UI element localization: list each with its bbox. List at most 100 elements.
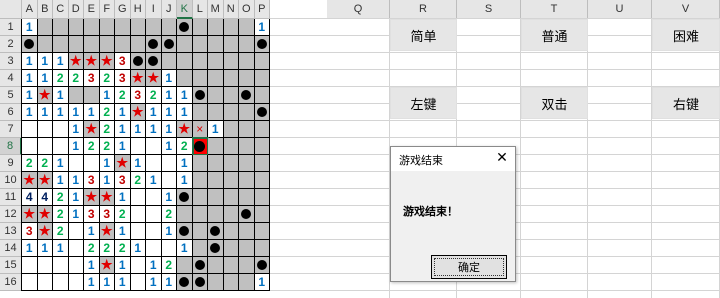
number-cell-d4[interactable]: 2 <box>68 70 84 87</box>
number-cell-d7[interactable]: 1 <box>68 121 84 138</box>
number-cell-j15[interactable]: 2 <box>161 257 177 274</box>
covered-cell-n5[interactable] <box>223 87 239 104</box>
column-header-j[interactable]: J <box>161 0 177 19</box>
covered-cell-o4[interactable] <box>239 70 255 87</box>
number-cell-d12[interactable]: 1 <box>68 206 84 223</box>
double-click-button[interactable]: 双击 <box>521 87 588 119</box>
column-header-g[interactable]: G <box>115 0 131 19</box>
empty-cell-e9[interactable] <box>84 155 100 172</box>
flag-cell-b5[interactable]: ★ <box>37 87 53 104</box>
number-cell-d8[interactable]: 1 <box>68 138 84 155</box>
covered-cell-m11[interactable] <box>208 189 224 206</box>
flag-cell-f15[interactable]: ★ <box>99 257 115 274</box>
empty-cell-c15[interactable] <box>53 257 69 274</box>
empty-cell-i13[interactable] <box>146 223 162 240</box>
number-cell-a9[interactable]: 2 <box>22 155 38 172</box>
column-header-u[interactable]: U <box>588 0 652 19</box>
column-header-p[interactable]: P <box>254 0 270 19</box>
number-cell-a1[interactable]: 1 <box>22 19 38 36</box>
mine-cell-o5[interactable] <box>239 87 255 104</box>
row-header-1[interactable]: 1 <box>0 19 22 36</box>
covered-cell-e1[interactable] <box>84 19 100 36</box>
flag-cell-d3[interactable]: ★ <box>68 53 84 70</box>
mine-cell-m13[interactable] <box>208 223 224 240</box>
mine-cell-k16[interactable] <box>177 274 193 291</box>
hard-button[interactable]: 困难 <box>652 19 720 51</box>
flag-cell-f13[interactable]: ★ <box>99 223 115 240</box>
empty-cell-b7[interactable] <box>37 121 53 138</box>
number-cell-g13[interactable]: 1 <box>115 223 131 240</box>
number-cell-m7[interactable]: 1 <box>208 121 224 138</box>
number-cell-i10[interactable]: 1 <box>146 172 162 189</box>
number-cell-e16[interactable]: 1 <box>84 274 100 291</box>
mine-cell-o12[interactable] <box>239 206 255 223</box>
number-cell-i5[interactable]: 2 <box>146 87 162 104</box>
number-cell-c9[interactable]: 1 <box>53 155 69 172</box>
mine-cell-j2[interactable] <box>161 36 177 53</box>
covered-cell-j1[interactable] <box>161 19 177 36</box>
covered-cell-o14[interactable] <box>239 240 255 257</box>
covered-cell-p10[interactable] <box>254 172 270 189</box>
number-cell-h14[interactable]: 1 <box>130 240 146 257</box>
number-cell-f10[interactable]: 1 <box>99 172 115 189</box>
number-cell-e13[interactable]: 1 <box>84 223 100 240</box>
covered-cell-l11[interactable] <box>192 189 208 206</box>
column-header-d[interactable]: D <box>68 0 84 19</box>
covered-cell-p5[interactable] <box>254 87 270 104</box>
mine-cell-l15[interactable] <box>192 257 208 274</box>
column-header-f[interactable]: F <box>99 0 115 19</box>
covered-cell-n7[interactable] <box>223 121 239 138</box>
covered-cell-n15[interactable] <box>223 257 239 274</box>
number-cell-k8[interactable]: 2 <box>177 138 193 155</box>
number-cell-a14[interactable]: 1 <box>22 240 38 257</box>
covered-cell-n1[interactable] <box>223 19 239 36</box>
empty-cell-j9[interactable] <box>161 155 177 172</box>
mine-cell-k1[interactable] <box>177 19 193 36</box>
empty-cell-b8[interactable] <box>37 138 53 155</box>
covered-cell-h2[interactable] <box>130 36 146 53</box>
column-header-l[interactable]: L <box>192 0 208 19</box>
covered-cell-l3[interactable] <box>192 53 208 70</box>
covered-cell-g2[interactable] <box>115 36 131 53</box>
covered-cell-p11[interactable] <box>254 189 270 206</box>
covered-cell-b1[interactable] <box>37 19 53 36</box>
covered-cell-o11[interactable] <box>239 189 255 206</box>
covered-cell-n8[interactable] <box>223 138 239 155</box>
covered-cell-l13[interactable] <box>192 223 208 240</box>
flag-cell-e11[interactable]: ★ <box>84 189 100 206</box>
covered-cell-n14[interactable] <box>223 240 239 257</box>
empty-cell-i9[interactable] <box>146 155 162 172</box>
flag-cell-a10[interactable]: ★ <box>22 172 38 189</box>
number-cell-g3[interactable]: 3 <box>115 53 131 70</box>
number-cell-d10[interactable]: 1 <box>68 172 84 189</box>
number-cell-b3[interactable]: 1 <box>37 53 53 70</box>
number-cell-g10[interactable]: 3 <box>115 172 131 189</box>
number-cell-a5[interactable]: 1 <box>22 87 38 104</box>
empty-cell-c16[interactable] <box>53 274 69 291</box>
empty-cell-i11[interactable] <box>146 189 162 206</box>
mine-cell-k11[interactable] <box>177 189 193 206</box>
covered-cell-k2[interactable] <box>177 36 193 53</box>
empty-cell-h15[interactable] <box>130 257 146 274</box>
empty-cell-a15[interactable] <box>22 257 38 274</box>
number-cell-b4[interactable]: 1 <box>37 70 53 87</box>
number-cell-c5[interactable]: 1 <box>53 87 69 104</box>
covered-cell-p9[interactable] <box>254 155 270 172</box>
covered-cell-o10[interactable] <box>239 172 255 189</box>
column-header-b[interactable]: B <box>37 0 53 19</box>
covered-cell-m4[interactable] <box>208 70 224 87</box>
number-cell-b14[interactable]: 1 <box>37 240 53 257</box>
close-icon[interactable]: ✕ <box>493 149 511 167</box>
number-cell-g6[interactable]: 1 <box>115 104 131 121</box>
row-header-15[interactable]: 15 <box>0 257 22 274</box>
number-cell-i7[interactable]: 1 <box>146 121 162 138</box>
covered-cell-d5[interactable] <box>68 87 84 104</box>
empty-cell-h8[interactable] <box>130 138 146 155</box>
row-header-6[interactable]: 6 <box>0 104 22 121</box>
empty-cell-h11[interactable] <box>130 189 146 206</box>
mine-cell-l5[interactable] <box>192 87 208 104</box>
column-header-t[interactable]: T <box>521 0 588 19</box>
column-header-c[interactable]: C <box>53 0 69 19</box>
number-cell-c11[interactable]: 2 <box>53 189 69 206</box>
flag-cell-h4[interactable]: ★ <box>130 70 146 87</box>
